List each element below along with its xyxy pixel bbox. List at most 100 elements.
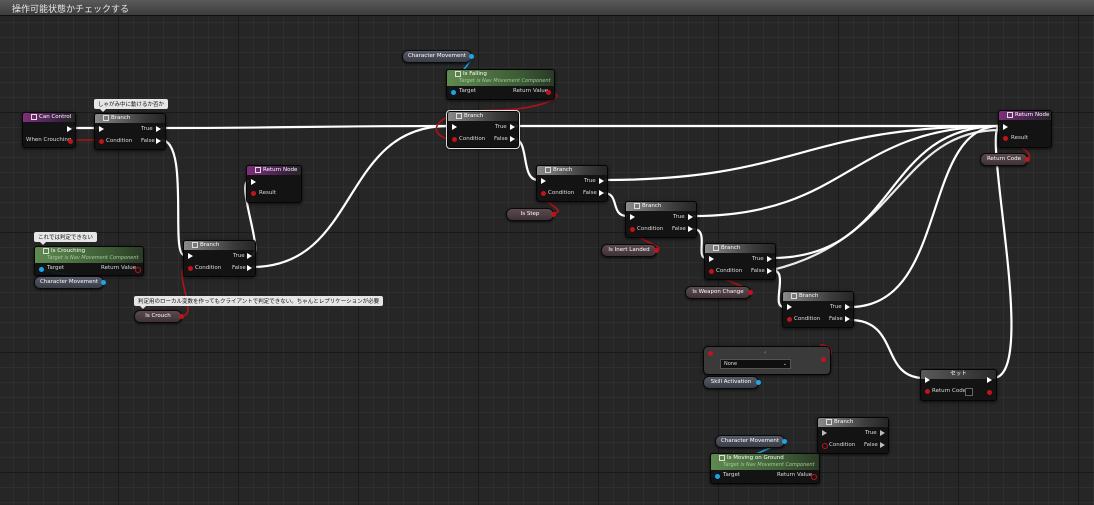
- true-label: True: [865, 430, 877, 436]
- exec-out-pin[interactable]: [67, 126, 72, 132]
- branch-node-5[interactable]: Branch True Condition False: [625, 201, 697, 238]
- condition-pin[interactable]: [822, 443, 828, 449]
- true-exec-pin[interactable]: [156, 126, 161, 132]
- exec-in-pin[interactable]: [630, 214, 635, 220]
- false-label: False: [751, 268, 765, 274]
- branch-node-2[interactable]: Branch True Condition False: [446, 110, 520, 149]
- is-crouching-node[interactable]: Is Crouching Target is Nav Movement Compo…: [34, 246, 144, 276]
- exec-in-pin[interactable]: [251, 179, 256, 185]
- exec-in-pin[interactable]: [822, 430, 827, 436]
- return-code-pin[interactable]: [925, 389, 930, 394]
- var-return-code[interactable]: Return Code: [980, 153, 1030, 166]
- is-falling-node[interactable]: Is Falling Target is Nav Movement Compone…: [446, 69, 555, 100]
- branch-node-3[interactable]: Branch True Condition False: [183, 240, 256, 277]
- false-exec-pin[interactable]: [510, 136, 515, 142]
- false-exec-pin[interactable]: [599, 190, 604, 196]
- true-exec-pin[interactable]: [599, 178, 604, 184]
- false-exec-pin[interactable]: [880, 442, 885, 448]
- condition-pin[interactable]: [787, 317, 792, 322]
- condition-pin[interactable]: [188, 266, 193, 271]
- branch-icon: [545, 166, 551, 173]
- result-pin[interactable]: [251, 191, 256, 196]
- enum-select-node[interactable]: ‹ None ⌄: [703, 346, 831, 375]
- condition-pin[interactable]: [709, 269, 714, 274]
- exec-in-pin[interactable]: [709, 256, 714, 262]
- branch-node-7[interactable]: Branch True Condition False: [782, 291, 854, 328]
- condition-label: Condition: [829, 442, 856, 448]
- comment-bubble-judge: これでは判定できない: [34, 232, 97, 245]
- when-crouching-pin[interactable]: [68, 139, 73, 144]
- condition-pin[interactable]: [99, 139, 104, 144]
- var-is-weapon-change[interactable]: Is Weapon Change: [685, 286, 753, 299]
- var-is-inert-landed[interactable]: Is Inert Landed: [601, 244, 659, 257]
- condition-label: Condition: [548, 190, 575, 196]
- target-pin[interactable]: [39, 267, 44, 272]
- var-is-step[interactable]: Is Step: [506, 208, 556, 221]
- exec-in-pin[interactable]: [452, 124, 457, 130]
- output-pin[interactable]: [821, 357, 826, 362]
- false-exec-pin[interactable]: [247, 265, 252, 271]
- condition-pin[interactable]: [452, 137, 457, 142]
- var-skill-activation[interactable]: Skill Activation: [703, 376, 761, 389]
- true-exec-pin[interactable]: [247, 253, 252, 259]
- condition-label: Condition: [716, 268, 743, 274]
- false-exec-pin[interactable]: [845, 316, 850, 322]
- function-icon: [719, 454, 725, 461]
- var-character-movement-2[interactable]: Character Movement: [402, 50, 474, 63]
- condition-pin[interactable]: [630, 227, 635, 232]
- wire-branch4-true-return2: [603, 124, 1001, 182]
- target-pin[interactable]: [451, 90, 456, 95]
- return-value-pin[interactable]: [811, 474, 817, 480]
- true-exec-pin[interactable]: [688, 214, 693, 220]
- false-label: False: [864, 442, 878, 448]
- true-label: True: [830, 304, 842, 310]
- var-character-movement-3[interactable]: Character Movement: [715, 435, 787, 448]
- branch-node-4[interactable]: Branch True Condition False: [536, 165, 608, 202]
- exec-in-pin[interactable]: [541, 178, 546, 184]
- branch-icon: [826, 418, 832, 425]
- condition-label: Condition: [106, 138, 133, 144]
- set-node[interactable]: セット Return Code: [920, 369, 997, 401]
- var-character-movement-1[interactable]: Character Movement: [34, 276, 106, 289]
- var-is-crouch[interactable]: Is Crouch: [134, 310, 184, 323]
- return-code-label: Return Code: [932, 388, 967, 394]
- true-exec-pin[interactable]: [767, 256, 772, 262]
- return-value-pin[interactable]: [135, 267, 141, 273]
- false-exec-pin[interactable]: [688, 226, 693, 232]
- input-pin[interactable]: [708, 351, 713, 356]
- exec-in-pin[interactable]: [1003, 124, 1008, 130]
- return-node-left[interactable]: Return Node Result: [246, 165, 302, 203]
- result-label: Result: [1011, 135, 1028, 141]
- function-icon: [455, 70, 461, 77]
- true-exec-pin[interactable]: [880, 430, 885, 436]
- exec-in-pin[interactable]: [787, 304, 792, 310]
- false-exec-pin[interactable]: [767, 268, 772, 274]
- function-icon: [255, 166, 261, 173]
- true-exec-pin[interactable]: [510, 124, 515, 130]
- branch-node-6[interactable]: Branch True Condition False: [704, 243, 776, 280]
- true-exec-pin[interactable]: [845, 304, 850, 310]
- return-code-out-pin[interactable]: [987, 390, 992, 395]
- target-pin[interactable]: [715, 474, 720, 479]
- branch-node-bottom[interactable]: Branch True Condition False: [817, 417, 889, 454]
- exec-in-pin[interactable]: [188, 253, 193, 259]
- return-value-pin[interactable]: [546, 90, 551, 95]
- exec-in-pin[interactable]: [99, 126, 104, 132]
- return-node-right[interactable]: Return Node Result: [998, 110, 1052, 148]
- condition-pin[interactable]: [541, 191, 546, 196]
- result-pin[interactable]: [1003, 136, 1008, 141]
- chevron-down-icon: ⌄: [782, 361, 787, 367]
- false-label: False: [583, 190, 597, 196]
- false-exec-pin[interactable]: [156, 138, 161, 144]
- branch-node-1[interactable]: Branch True Condition False: [94, 113, 166, 150]
- enum-dropdown[interactable]: None ⌄: [720, 359, 791, 369]
- can-control-node[interactable]: Can Control When Crouching: [22, 112, 76, 148]
- exec-in-pin[interactable]: [925, 377, 930, 383]
- exec-out-pin[interactable]: [987, 377, 992, 383]
- wire-branch6-true-return2: [771, 124, 1001, 260]
- comment-bubble-crouch: しゃがみ中に動けるか否か: [94, 99, 169, 112]
- branch-icon: [713, 244, 719, 251]
- is-moving-on-ground-node[interactable]: Is Moving on Ground Target is Nav Movemen…: [710, 453, 820, 484]
- return-code-checkbox[interactable]: [965, 388, 973, 396]
- target-label: Target: [47, 265, 65, 271]
